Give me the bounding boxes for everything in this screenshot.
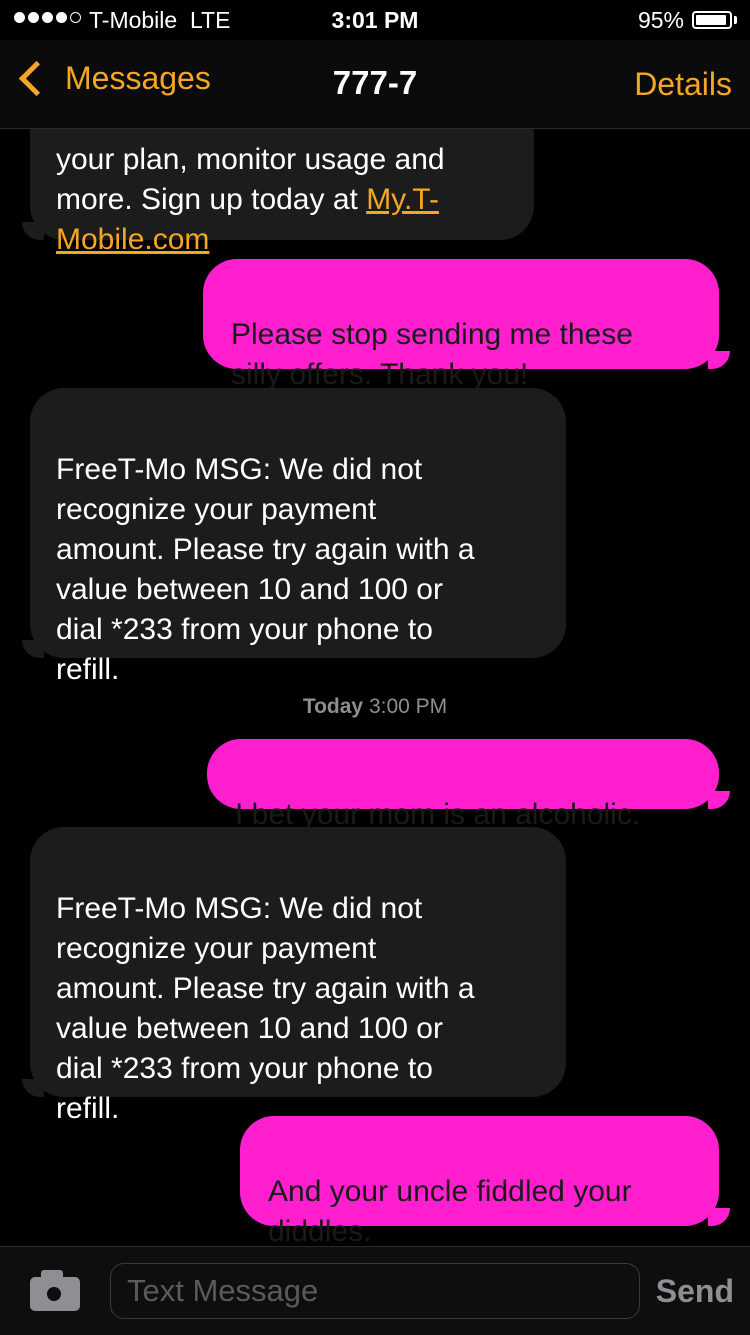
message-text: Please stop sending me these silly offer…: [231, 318, 633, 391]
details-button[interactable]: Details: [634, 66, 732, 103]
outgoing-message[interactable]: Please stop sending me these silly offer…: [203, 259, 719, 391]
incoming-message[interactable]: FreeT-Mo MSG: We did not recognize your …: [30, 388, 566, 686]
bubble-tail: [708, 351, 730, 369]
outgoing-message[interactable]: I bet your mom is an alcoholic.: [207, 739, 719, 831]
message-input[interactable]: [110, 1263, 640, 1319]
bubble-tail: [22, 1079, 44, 1097]
incoming-message[interactable]: FreeT-Mo MSG: We did not recognize your …: [30, 827, 566, 1125]
outgoing-message[interactable]: And your uncle fiddled your diddles.: [240, 1116, 719, 1246]
status-bar: T-Mobile LTE 3:01 PM 95%: [0, 0, 750, 40]
camera-icon[interactable]: [30, 1270, 80, 1311]
timestamp-time: 3:00 PM: [368, 695, 448, 718]
bubble-tail: [22, 640, 44, 658]
battery-percent: 95%: [637, 7, 684, 33]
message-thread[interactable]: your plan, monitor usage and more. Sign …: [0, 128, 750, 1246]
battery-tip: [734, 16, 737, 24]
message-text: FreeT-Mo MSG: We did not recognize your …: [56, 892, 475, 1125]
send-button[interactable]: Send: [656, 1273, 734, 1310]
battery-icon: [692, 11, 732, 29]
message-text: And your uncle fiddled your diddles.: [268, 1175, 632, 1246]
bubble-tail: [708, 1208, 730, 1226]
navigation-bar: Messages 777-7 Details: [0, 40, 750, 129]
message-text: FreeT-Mo MSG: We did not recognize your …: [56, 453, 475, 686]
bubble-tail: [22, 222, 44, 240]
incoming-message[interactable]: your plan, monitor usage and more. Sign …: [30, 128, 534, 256]
bubble-tail: [708, 791, 730, 809]
message-input-bar: Send: [0, 1246, 750, 1335]
timestamp-label: Today 3:00 PM: [0, 695, 750, 719]
timestamp-day: Today: [302, 695, 364, 718]
